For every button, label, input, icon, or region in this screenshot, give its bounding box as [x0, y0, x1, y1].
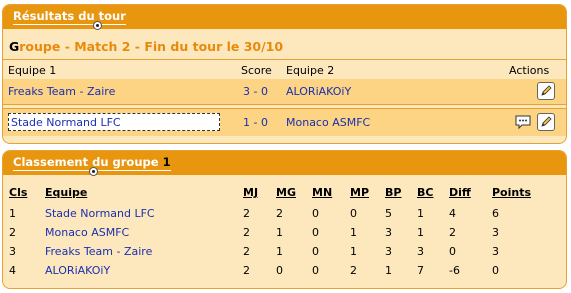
- standings-lost: 1: [350, 226, 357, 239]
- col-team: Equipe: [45, 186, 88, 199]
- edit-button[interactable]: [537, 113, 555, 131]
- standings-points: 3: [492, 245, 499, 258]
- standings-lost: 2: [350, 264, 357, 277]
- standings-goals-for: 3: [385, 245, 392, 258]
- col-bc: BC: [417, 186, 434, 199]
- match-team1-link-selected[interactable]: Stade Normand LFC: [8, 113, 220, 131]
- standings-goals-against: 7: [417, 264, 424, 277]
- standings-drawn: 0: [312, 207, 319, 220]
- round-results-panel: Résultats du tour Groupe - Match 2 - Fin…: [2, 4, 567, 144]
- col-cls: Cls: [9, 186, 28, 199]
- standings-played: 2: [243, 264, 250, 277]
- col-bp: BP: [385, 186, 402, 199]
- col-team2: Equipe 2: [286, 64, 335, 77]
- match-row: Stade Normand LFC 1 - 0 Monaco ASMFC: [3, 108, 566, 136]
- standings-goal-diff: 4: [449, 207, 456, 220]
- football-icon: [93, 21, 102, 30]
- pencil-icon: [541, 85, 552, 96]
- standings-won: 1: [276, 245, 283, 258]
- standings-goals-against: 1: [417, 207, 424, 220]
- col-team1: Equipe 1: [8, 64, 57, 77]
- standings-won: 1: [276, 226, 283, 239]
- match-team1-label: Stade Normand LFC: [11, 116, 121, 129]
- standings-played: 2: [243, 207, 250, 220]
- match-row: Freaks Team - Zaire 3 - 0 ALORiAKOiY: [3, 79, 566, 105]
- round-results-title: Résultats du tour: [13, 9, 126, 25]
- col-score: Score: [241, 64, 272, 77]
- standings-team-link[interactable]: ALORiAKOiY: [45, 264, 110, 277]
- speech-bubble-icon: [515, 115, 531, 130]
- col-mp: MP: [350, 186, 370, 199]
- edit-button[interactable]: [537, 82, 555, 100]
- standings-goals-for: 1: [385, 264, 392, 277]
- comment-button[interactable]: [514, 113, 532, 131]
- standings-played: 2: [243, 245, 250, 258]
- standings-won: 2: [276, 207, 283, 220]
- standings-points: 0: [492, 264, 499, 277]
- standings-played: 2: [243, 226, 250, 239]
- standings-header: Classement du groupe 1: [3, 151, 566, 176]
- match-score[interactable]: 1 - 0: [243, 116, 268, 129]
- standings-goal-diff: -6: [449, 264, 460, 277]
- standings-goals-for: 3: [385, 226, 392, 239]
- round-subtitle-initial: G: [9, 39, 20, 54]
- standings-won: 0: [276, 264, 283, 277]
- standings-lost: 0: [350, 207, 357, 220]
- col-actions: Actions: [509, 64, 550, 77]
- match-team2-link[interactable]: Monaco ASMFC: [286, 116, 370, 129]
- col-mn: MN: [312, 186, 333, 199]
- standings-points: 6: [492, 207, 499, 220]
- col-diff: Diff: [449, 186, 471, 199]
- standings-rank: 3: [9, 245, 16, 258]
- col-points: Points: [492, 186, 532, 199]
- match-team1-link[interactable]: Freaks Team - Zaire: [8, 85, 115, 98]
- standings-goal-diff: 2: [449, 226, 456, 239]
- match-score[interactable]: 3 - 0: [243, 85, 268, 98]
- col-mg: MG: [276, 186, 296, 199]
- football-icon: [89, 167, 98, 176]
- standings-goals-against: 1: [417, 226, 424, 239]
- round-subtitle-text: roupe - Match 2 - Fin du tour le 30/10: [19, 39, 284, 54]
- round-results-header: Résultats du tour: [3, 5, 566, 30]
- standings-lost: 1: [350, 245, 357, 258]
- standings-title-text: Classement du groupe: [13, 155, 159, 169]
- standings-points: 3: [492, 226, 499, 239]
- standings-team-link[interactable]: Stade Normand LFC: [45, 207, 155, 220]
- standings-goals-against: 3: [417, 245, 424, 258]
- standings-goals-for: 5: [385, 207, 392, 220]
- round-subtitle: Groupe - Match 2 - Fin du tour le 30/10: [9, 39, 283, 54]
- col-mj: MJ: [243, 186, 259, 199]
- divider: [3, 59, 566, 60]
- pencil-icon: [541, 116, 552, 127]
- standings-group-number: 1: [162, 155, 171, 169]
- standings-rank: 2: [9, 226, 16, 239]
- standings-team-link[interactable]: Monaco ASMFC: [45, 226, 129, 239]
- standings-panel: Classement du groupe 1 Cls Equipe MJ MG …: [2, 150, 567, 289]
- standings-drawn: 0: [312, 226, 319, 239]
- match-team2-link[interactable]: ALORiAKOiY: [286, 85, 351, 98]
- standings-team-link[interactable]: Freaks Team - Zaire: [45, 245, 152, 258]
- standings-goal-diff: 0: [449, 245, 456, 258]
- standings-rank: 1: [9, 207, 16, 220]
- standings-drawn: 0: [312, 264, 319, 277]
- standings-drawn: 0: [312, 245, 319, 258]
- standings-rank: 4: [9, 264, 16, 277]
